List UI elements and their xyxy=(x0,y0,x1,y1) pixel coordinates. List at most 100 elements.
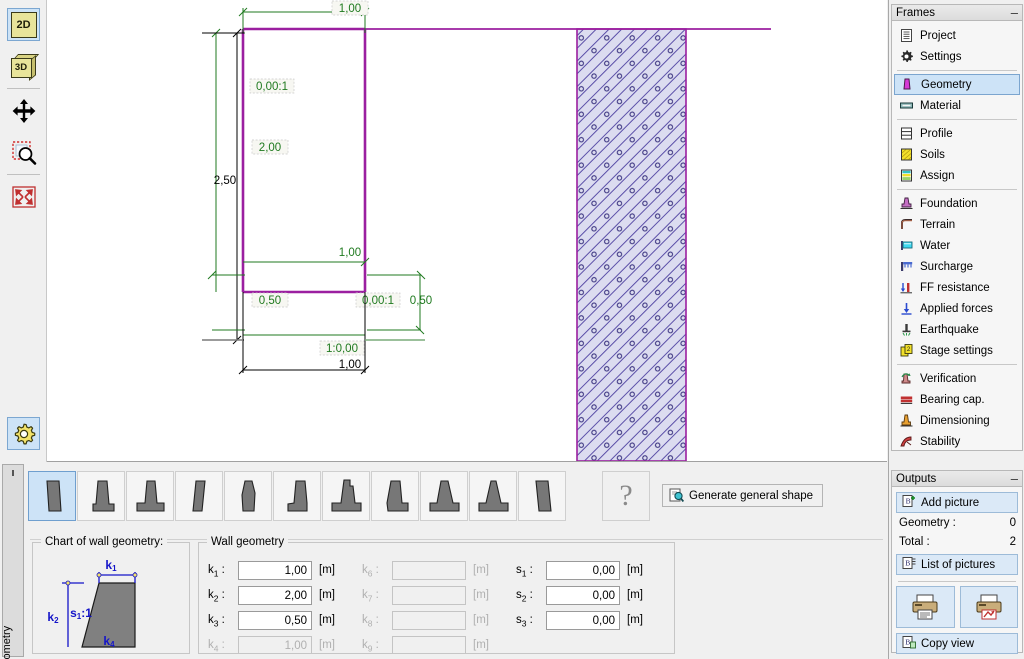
shape-1-trapezoid[interactable] xyxy=(28,471,76,521)
shape-11-trapezoid-wide[interactable] xyxy=(518,471,566,521)
sidebar-item-material[interactable]: Material xyxy=(892,95,1022,116)
sidebar-item-verification[interactable]: Verification xyxy=(892,368,1022,389)
sidebar-label-settings: Settings xyxy=(920,50,962,63)
shape-10-t-tall[interactable] xyxy=(469,471,517,521)
sidebar-item-bearing-cap[interactable]: Bearing cap. xyxy=(892,389,1022,410)
svg-text:0,50: 0,50 xyxy=(410,295,432,307)
outputs-minimize-icon[interactable]: – xyxy=(1011,472,1018,485)
sidebar-label-verification: Verification xyxy=(920,372,977,385)
view-3d-button[interactable]: 3D xyxy=(7,48,40,81)
sidebar-item-settings[interactable]: Settings xyxy=(892,46,1022,67)
list-of-pictures-button[interactable]: B List of pictures xyxy=(896,554,1018,575)
sidebar-item-terrain[interactable]: Terrain xyxy=(892,214,1022,235)
wall-geometry-group: Wall geometry k1 : [m] k2 : [m] k3 : [m]… xyxy=(198,536,675,654)
svg-text:1:0,00: 1:0,00 xyxy=(326,343,358,355)
input-k2[interactable] xyxy=(238,586,312,605)
input-s3[interactable] xyxy=(546,611,620,630)
label-k7: k7 : xyxy=(362,589,379,604)
label-k8: k8 : xyxy=(362,614,379,629)
copy-view-button[interactable]: B Copy view xyxy=(896,633,1018,654)
shape-4-slanted[interactable] xyxy=(175,471,223,521)
svg-text:0,00:1: 0,00:1 xyxy=(362,295,394,307)
sidebar-item-applied-forces[interactable]: Applied forces xyxy=(892,298,1022,319)
outputs-panel-header[interactable]: Outputs – xyxy=(891,470,1023,487)
sidebar-item-project[interactable]: Project xyxy=(892,25,1022,46)
right-panel: Frames – Project Settings Geometry Mater… xyxy=(888,0,1024,659)
sidebar-item-ff-resistance[interactable]: FF resistance xyxy=(892,277,1022,298)
generate-general-shape-button[interactable]: Generate general shape xyxy=(662,484,824,507)
svg-text:0,00:1: 0,00:1 xyxy=(256,81,288,93)
document-icon xyxy=(899,28,914,43)
water-icon xyxy=(899,238,914,253)
applied-forces-icon xyxy=(899,301,914,316)
unit-k1: [m] xyxy=(319,564,335,576)
sidebar-label-terrain: Terrain xyxy=(920,218,956,231)
input-k1[interactable] xyxy=(238,561,312,580)
terrain-icon xyxy=(899,217,914,232)
zoom-extents-button[interactable] xyxy=(7,180,40,213)
sidebar-item-foundation[interactable]: Foundation xyxy=(892,193,1022,214)
shape-8-l-angled[interactable] xyxy=(371,471,419,521)
application-window: 2D 3D Geometry 1,00 0,00:1 2,00 2,50 1,0… xyxy=(0,0,1024,659)
wall-geometry-chart: k1 k2 s1:1 k4 xyxy=(47,558,138,649)
copy-view-icon: B xyxy=(902,635,916,652)
vtab-label: Geometry xyxy=(1,625,13,659)
geometry-vertical-tab[interactable]: Geometry xyxy=(1,464,24,659)
svg-text:k1: k1 xyxy=(105,558,117,573)
shape-6-l-stepped[interactable] xyxy=(273,471,321,521)
input-k9 xyxy=(392,636,466,653)
material-bar-icon xyxy=(899,98,914,113)
label-k2: k2 : xyxy=(208,589,225,604)
view-2d-button[interactable]: 2D xyxy=(7,8,40,41)
input-k3[interactable] xyxy=(238,611,312,630)
sidebar-item-soils[interactable]: Soils xyxy=(892,144,1022,165)
2d-icon: 2D xyxy=(10,11,37,38)
gear-icon xyxy=(899,49,914,64)
shape-3-t-shape[interactable] xyxy=(126,471,174,521)
help-question-icon: ? xyxy=(619,479,633,512)
input-s2[interactable] xyxy=(546,586,620,605)
input-k4 xyxy=(238,636,312,653)
shape-9-t-wide[interactable] xyxy=(420,471,468,521)
shape-2-l-shape[interactable] xyxy=(77,471,125,521)
print-button[interactable] xyxy=(896,586,955,628)
total-count-label: Total : xyxy=(899,535,930,548)
drawing-canvas[interactable]: 1,00 0,00:1 2,00 2,50 1,00 0,50 0,00:1 0… xyxy=(47,0,887,462)
add-picture-button[interactable]: B Add picture xyxy=(896,492,1018,513)
dimensioning-icon xyxy=(899,413,914,428)
generate-shape-icon xyxy=(669,488,684,503)
sidebar-item-water[interactable]: Water xyxy=(892,235,1022,256)
svg-text:s1:1: s1:1 xyxy=(70,606,92,621)
label-s3: s3 : xyxy=(516,614,533,629)
sidebar-item-earthquake[interactable]: Earthquake xyxy=(892,319,1022,340)
input-s1[interactable] xyxy=(546,561,620,580)
svg-text:1,00: 1,00 xyxy=(339,3,361,15)
sidebar-label-surcharge: Surcharge xyxy=(920,260,974,273)
shape-5-tapered[interactable] xyxy=(224,471,272,521)
sidebar-divider-3 xyxy=(897,189,1017,190)
sidebar-item-stability[interactable]: Stability xyxy=(892,431,1022,452)
sidebar-item-assign[interactable]: Assign xyxy=(892,165,1022,186)
pan-button[interactable] xyxy=(7,94,40,127)
gear-icon xyxy=(14,423,35,444)
sidebar-item-stage-settings[interactable]: 2 Stage settings xyxy=(892,340,1022,361)
move-arrows-icon xyxy=(12,98,35,123)
zoom-window-button[interactable] xyxy=(7,136,40,169)
sidebar-item-geometry[interactable]: Geometry xyxy=(894,74,1020,95)
frames-panel-header[interactable]: Frames – xyxy=(891,4,1023,21)
help-button[interactable]: ? xyxy=(602,471,650,521)
soil-swatch-icon xyxy=(899,147,914,162)
frames-minimize-icon[interactable]: – xyxy=(1011,6,1018,19)
sidebar-item-profile[interactable]: Profile xyxy=(892,123,1022,144)
sidebar-label-foundation: Foundation xyxy=(920,197,978,210)
label-s1: s1 : xyxy=(516,564,533,579)
settings-button[interactable] xyxy=(7,417,40,450)
chart-group-title: Chart of wall geometry: xyxy=(41,536,168,548)
shape-7-t-stepped[interactable] xyxy=(322,471,370,521)
sidebar-item-surcharge[interactable]: Surcharge xyxy=(892,256,1022,277)
zoom-window-icon xyxy=(11,140,36,165)
foundation-icon xyxy=(899,196,914,211)
print-preview-button[interactable] xyxy=(959,586,1018,628)
sidebar-item-dimensioning[interactable]: Dimensioning xyxy=(892,410,1022,431)
bearing-cap-icon xyxy=(899,392,914,407)
